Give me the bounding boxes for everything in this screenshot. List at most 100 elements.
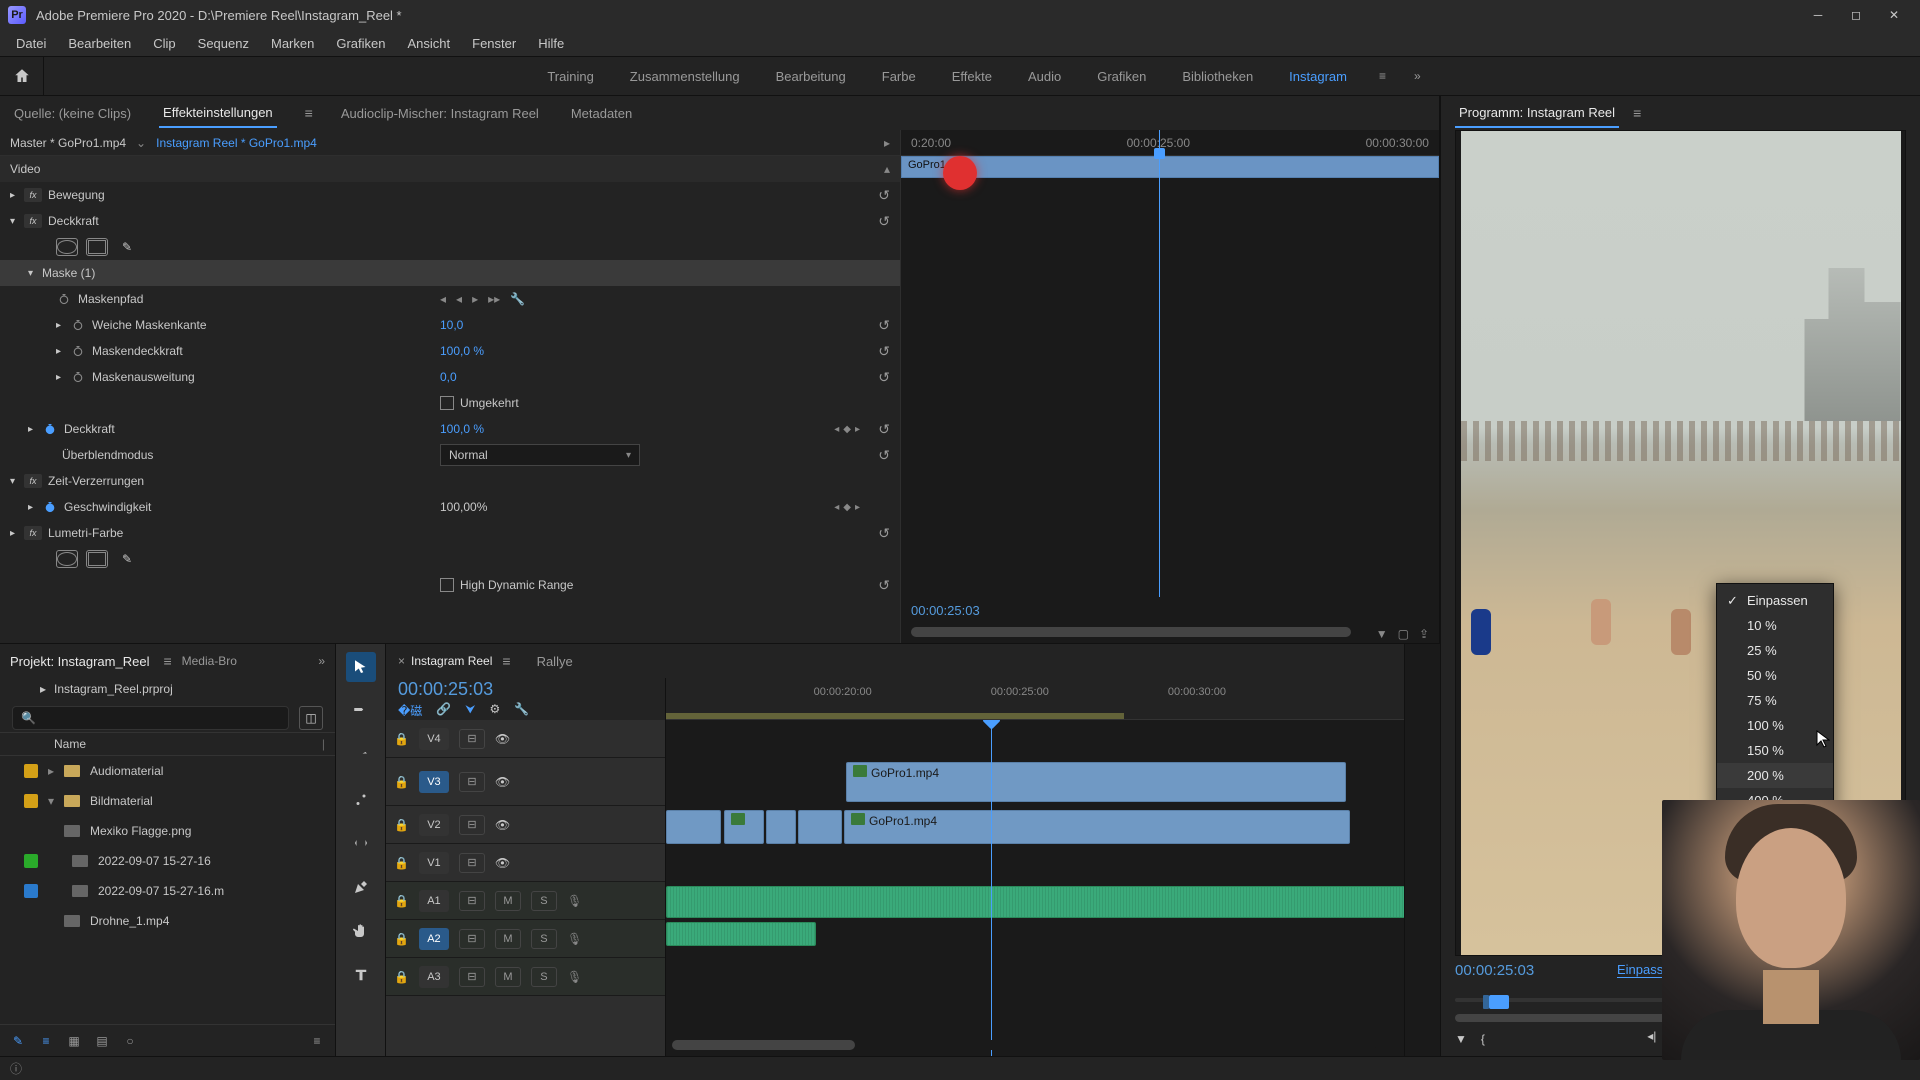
- stopwatch-icon[interactable]: [70, 317, 86, 333]
- stopwatch-icon[interactable]: [42, 499, 58, 515]
- mask-expansion-value[interactable]: 0,0: [440, 370, 457, 384]
- workspace-overflow-icon[interactable]: »: [1400, 59, 1435, 93]
- snap-icon[interactable]: �磁: [398, 702, 422, 719]
- sync-lock-icon[interactable]: ⊟: [459, 729, 485, 749]
- prev-kf-icon[interactable]: ◂: [834, 502, 839, 513]
- zoom-option-75[interactable]: 75 %: [1717, 688, 1833, 713]
- timeline-playhead[interactable]: [991, 720, 992, 1056]
- menu-graphics[interactable]: Grafiken: [326, 32, 395, 55]
- effect-motion[interactable]: Bewegung: [48, 188, 105, 202]
- mask-inverted-checkbox[interactable]: [440, 396, 454, 410]
- project-item-mexiko[interactable]: Mexiko Flagge.png: [0, 816, 335, 846]
- linked-selection-icon[interactable]: 🔗: [436, 702, 451, 719]
- twist-icon[interactable]: ▸: [48, 764, 54, 778]
- timeline-tab-active[interactable]: ×Instagram Reel≡: [398, 653, 511, 669]
- label-color-chip[interactable]: [24, 854, 38, 868]
- track-v3[interactable]: V3: [419, 771, 449, 793]
- playhead-thumb[interactable]: [1489, 995, 1509, 1009]
- ripple-edit-tool[interactable]: [346, 740, 376, 770]
- blend-mode-dropdown[interactable]: Normal: [440, 444, 640, 466]
- workspace-libraries[interactable]: Bibliotheken: [1164, 59, 1271, 94]
- lock-icon[interactable]: 🔒: [394, 775, 409, 789]
- tab-source[interactable]: Quelle: (keine Clips): [10, 100, 135, 127]
- mask-rect-button[interactable]: [86, 238, 108, 256]
- reset-icon[interactable]: ↺: [878, 343, 890, 360]
- mask-prev-kf-icon[interactable]: ◂: [440, 292, 446, 306]
- track-a1[interactable]: A1: [419, 890, 449, 912]
- mask-play-fwd-icon[interactable]: ▸: [472, 292, 478, 306]
- audio-clip-a1[interactable]: [666, 886, 1404, 918]
- twist-icon[interactable]: ▾: [10, 476, 24, 487]
- sync-lock-icon[interactable]: ⊟: [459, 772, 485, 792]
- pen-tool[interactable]: [346, 872, 376, 902]
- sync-lock-icon[interactable]: ⊟: [459, 853, 485, 873]
- sync-lock-icon[interactable]: ⊟: [459, 929, 485, 949]
- reset-icon[interactable]: ↺: [878, 317, 890, 334]
- project-item-rec1[interactable]: 2022-09-07 15-27-16: [0, 846, 335, 876]
- fx-badge-icon[interactable]: fx: [24, 474, 42, 488]
- stopwatch-icon[interactable]: [42, 421, 58, 437]
- fx-badge-icon[interactable]: fx: [24, 188, 42, 202]
- eye-icon[interactable]: 👁: [495, 818, 510, 832]
- mask-1[interactable]: Maske (1): [42, 266, 95, 280]
- panel-menu-icon[interactable]: ≡: [1633, 105, 1641, 121]
- track-select-tool[interactable]: [346, 696, 376, 726]
- reset-icon[interactable]: ↺: [878, 447, 890, 464]
- reset-icon[interactable]: ↺: [878, 421, 890, 438]
- menu-view[interactable]: Ansicht: [397, 32, 460, 55]
- solo-button[interactable]: S: [531, 967, 557, 987]
- menu-window[interactable]: Fenster: [462, 32, 526, 55]
- tab-audio-mixer[interactable]: Audioclip-Mischer: Instagram Reel: [337, 100, 543, 127]
- hdr-checkbox[interactable]: [440, 578, 454, 592]
- stopwatch-icon[interactable]: [70, 369, 86, 385]
- ec-horizontal-scrollbar[interactable]: [911, 627, 1351, 637]
- menu-help[interactable]: Hilfe: [528, 32, 574, 55]
- mic-icon[interactable]: 🎙: [567, 932, 582, 946]
- export-frame-icon[interactable]: ▢: [1398, 627, 1409, 641]
- label-color-chip[interactable]: [24, 794, 38, 808]
- workspace-audio[interactable]: Audio: [1010, 59, 1079, 94]
- mic-icon[interactable]: 🎙: [567, 970, 582, 984]
- track-a3[interactable]: A3: [419, 966, 449, 988]
- project-item-rec2[interactable]: 2022-09-07 15-27-16.m: [0, 876, 335, 906]
- mute-button[interactable]: M: [495, 929, 521, 949]
- reset-icon[interactable]: ↺: [878, 577, 890, 594]
- lock-icon[interactable]: 🔒: [394, 732, 409, 746]
- mask-feather-value[interactable]: 10,0: [440, 318, 463, 332]
- clip-v2-d[interactable]: [798, 810, 842, 844]
- lock-icon[interactable]: 🔒: [394, 856, 409, 870]
- twist-icon[interactable]: ▾: [10, 216, 24, 227]
- panel-menu-icon[interactable]: ≡: [502, 653, 510, 669]
- hand-tool[interactable]: [346, 916, 376, 946]
- lock-icon[interactable]: 🔒: [394, 970, 409, 984]
- clip-gopro1-v2[interactable]: GoPro1.mp4: [844, 810, 1350, 844]
- settings-icon[interactable]: ⚙: [489, 702, 500, 719]
- mask-pen-button[interactable]: ✎: [116, 550, 138, 568]
- zoom-option-50[interactable]: 50 %: [1717, 663, 1833, 688]
- project-item-drohne[interactable]: Drohne_1.mp4: [0, 906, 335, 936]
- type-tool[interactable]: [346, 960, 376, 990]
- step-back-button[interactable]: ◂|: [1647, 1029, 1656, 1043]
- mute-button[interactable]: M: [495, 891, 521, 911]
- freeform-view-icon[interactable]: ▤: [94, 1033, 110, 1049]
- work-area-bar[interactable]: [666, 713, 1124, 719]
- project-search-input[interactable]: 🔍: [12, 706, 289, 730]
- workspace-editing[interactable]: Bearbeitung: [758, 59, 864, 94]
- maximize-button[interactable]: ◻: [1838, 1, 1874, 29]
- timeline-horizontal-scrollbar[interactable]: [672, 1040, 1376, 1050]
- menu-clip[interactable]: Clip: [143, 32, 185, 55]
- track-v2[interactable]: V2: [419, 814, 449, 836]
- mask-wrench-icon[interactable]: 🔧: [510, 292, 525, 306]
- ec-clip-bar[interactable]: GoPro1.mp4: [901, 156, 1439, 178]
- clip-gopro1-v3[interactable]: GoPro1.mp4: [846, 762, 1346, 802]
- timeline-ruler[interactable]: 00:00:20:00 00:00:25:00 00:00:30:00: [666, 678, 1404, 720]
- twist-icon[interactable]: ▾: [48, 794, 54, 808]
- reset-icon[interactable]: ↺: [878, 369, 890, 386]
- lock-icon[interactable]: 🔒: [394, 894, 409, 908]
- play-icon[interactable]: ▸: [884, 136, 890, 150]
- selection-tool[interactable]: [346, 652, 376, 682]
- eye-icon[interactable]: 👁: [495, 775, 510, 789]
- sync-lock-icon[interactable]: ⊟: [459, 891, 485, 911]
- workspace-color[interactable]: Farbe: [864, 59, 934, 94]
- mask-pen-button[interactable]: ✎: [116, 238, 138, 256]
